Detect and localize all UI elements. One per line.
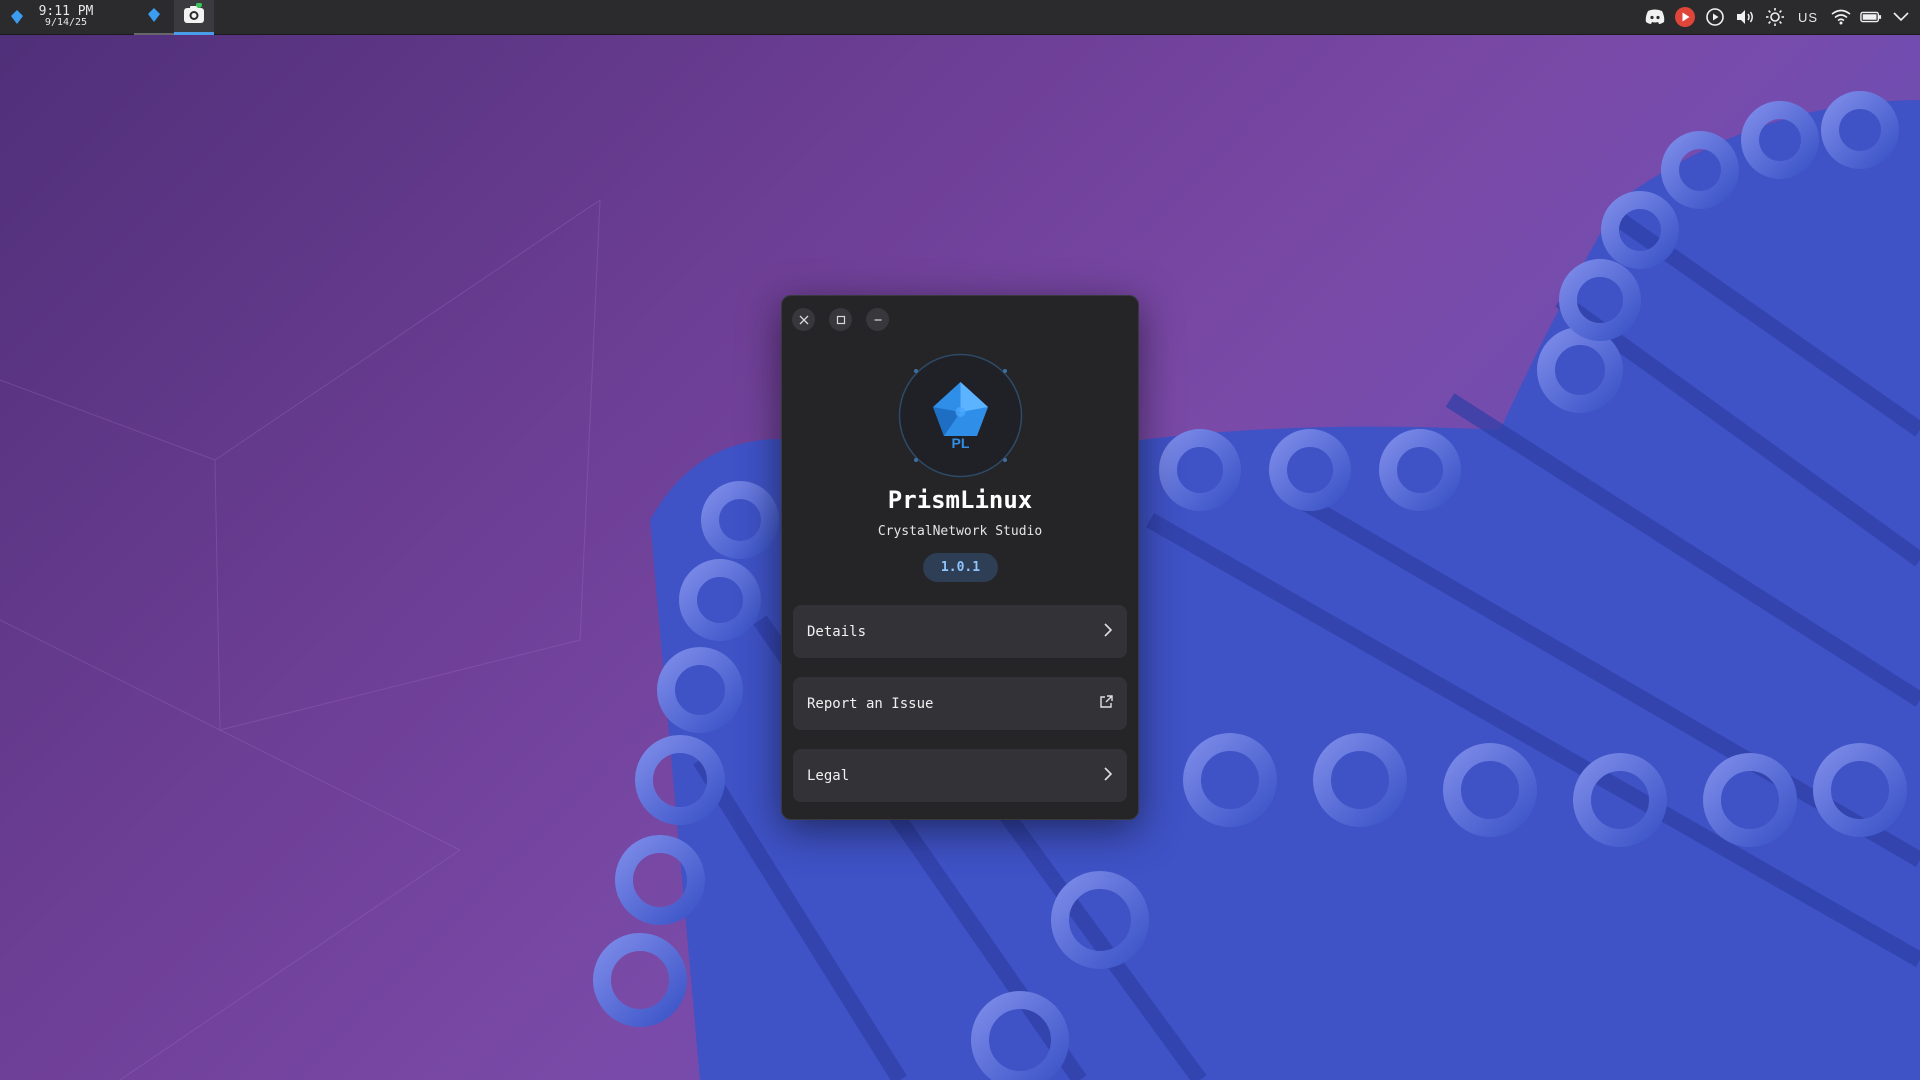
panel-clock[interactable]: 9:11 PM 9/14/25 [34,4,98,28]
battery-icon[interactable] [1860,6,1882,28]
camera-icon [183,1,205,29]
record-icon[interactable] [1674,6,1696,28]
system-tray: US [1644,0,1920,35]
panel-left: 9:11 PM 9/14/25 [0,0,214,35]
about-window: PL PrismLinux CrystalNetwork Studio 1.0.… [781,295,1139,820]
maximize-button[interactable] [829,308,852,331]
details-label: Details [807,623,867,640]
screenshot-task[interactable] [174,0,214,35]
brightness-icon[interactable] [1764,6,1786,28]
app-developer: CrystalNetwork Studio [877,524,1043,539]
app-name: PrismLinux [887,486,1033,514]
wifi-icon[interactable] [1830,6,1852,28]
keyboard-layout[interactable]: US [1798,10,1818,25]
close-button[interactable] [792,308,815,331]
chevron-right-icon [1103,766,1113,786]
prism-icon [148,7,160,26]
logo-text: PL [951,435,970,451]
minimize-button[interactable] [866,308,889,331]
window-controls [792,308,889,331]
clock-time: 9:11 PM [38,4,94,19]
report-issue-label: Report an Issue [807,695,934,712]
prism-launcher-icon[interactable] [0,0,34,35]
volume-icon[interactable] [1734,6,1756,28]
maximize-icon [836,310,846,329]
app-logo: PL [897,352,1024,479]
chevron-right-icon [1103,622,1113,642]
discord-icon[interactable] [1644,6,1666,28]
prism-app-task[interactable] [134,0,174,35]
legal-row[interactable]: Legal [793,749,1127,802]
chevron-down-icon[interactable] [1890,6,1912,28]
external-link-icon [1099,694,1113,713]
clock-date: 9/14/25 [44,17,88,28]
details-row[interactable]: Details [793,605,1127,658]
version-badge[interactable]: 1.0.1 [923,553,998,582]
top-panel: 9:11 PM 9/14/25 US [0,0,1920,35]
report-issue-row[interactable]: Report an Issue [793,677,1127,730]
close-icon [799,310,809,329]
play-icon[interactable] [1704,6,1726,28]
legal-label: Legal [807,767,850,784]
minimize-icon [873,310,883,329]
